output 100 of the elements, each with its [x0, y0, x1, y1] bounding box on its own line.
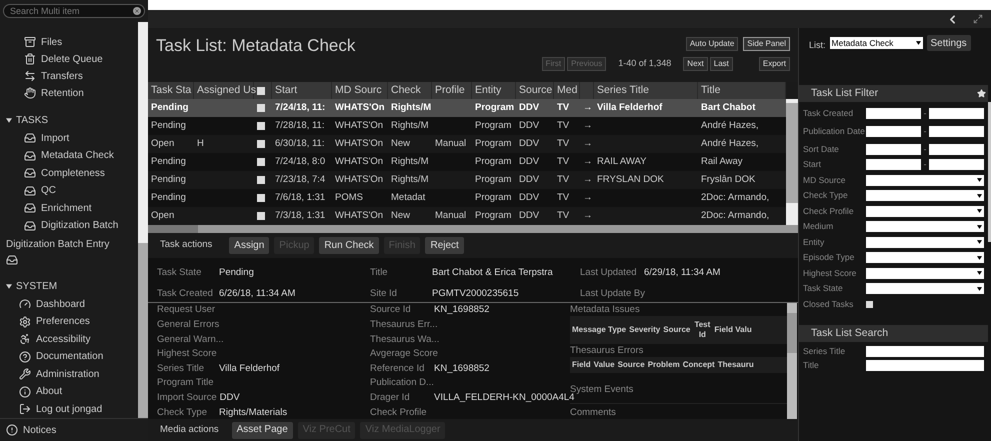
section-header[interactable]: TASKS — [16, 113, 48, 128]
date-field[interactable] — [929, 126, 984, 137]
nav-item[interactable]: Delete Queue — [24, 50, 138, 68]
nav-item[interactable]: Documentation — [19, 348, 138, 366]
column-header[interactable]: Profile — [435, 82, 465, 98]
row-checkbox[interactable] — [257, 122, 265, 130]
table-row[interactable]: Pending 7/6/18, 1:31 POMS Metadat Program DDV TV → 2Doc: Armando, — [148, 189, 786, 207]
toolbar-button[interactable]: Side Panel — [743, 37, 790, 51]
filter-select[interactable] — [866, 174, 984, 186]
caret-icon[interactable] — [6, 118, 12, 123]
date-field[interactable] — [866, 159, 921, 170]
column-header[interactable]: Med — [557, 82, 578, 98]
nav-item[interactable]: About — [19, 383, 138, 400]
filter-select[interactable] — [866, 221, 984, 232]
column-header[interactable]: Assigned Us — [197, 82, 256, 98]
row-checkbox[interactable] — [257, 194, 265, 202]
filter-select[interactable] — [866, 236, 984, 248]
search-field[interactable]: Search Multi item — [3, 4, 145, 18]
toolbar-button[interactable]: Auto Update — [686, 37, 738, 51]
nav-item[interactable]: Import — [24, 130, 138, 147]
nav-item[interactable]: Files — [24, 34, 138, 51]
list-select[interactable]: Metadata Check — [830, 37, 923, 49]
filter-select[interactable] — [866, 268, 984, 279]
date-field[interactable] — [866, 144, 921, 155]
date-field[interactable] — [929, 159, 984, 170]
row-checkbox[interactable] — [257, 158, 265, 166]
column-header[interactable]: Series Title — [597, 82, 649, 98]
column-header[interactable]: MD Sourc — [335, 82, 382, 98]
nav-item[interactable]: Administration — [19, 366, 138, 383]
nav-item[interactable]: Digitization Batch Entry — [6, 234, 138, 268]
action-button[interactable]: Asset Page — [232, 422, 293, 438]
action-button[interactable]: Run Check — [319, 237, 379, 254]
date-field[interactable] — [866, 126, 921, 137]
nav-item[interactable]: Completeness — [24, 164, 138, 182]
nav-item[interactable]: Dashboard — [19, 296, 138, 313]
caret-icon[interactable] — [977, 271, 982, 276]
section-header[interactable]: SYSTEM — [16, 279, 58, 294]
nav-item[interactable]: Enrichment — [24, 200, 138, 217]
filter-select[interactable] — [866, 206, 984, 217]
scrollbar[interactable] — [138, 22, 148, 418]
caret-icon[interactable] — [916, 41, 921, 45]
table-row[interactable]: Pending 7/24/18, 8:0 WHATS'On Rights/M Program DDV TV → RAIL AWAY Rail Away — [148, 153, 786, 171]
row-checkbox[interactable] — [257, 140, 265, 148]
star-icon[interactable] — [977, 89, 986, 98]
toolbar-button[interactable]: Next — [683, 57, 708, 71]
caret-icon[interactable] — [977, 194, 982, 198]
scrollbar[interactable] — [988, 102, 991, 242]
search-field[interactable] — [866, 346, 984, 358]
field-label: Drager Id — [370, 392, 411, 403]
row-checkbox[interactable] — [257, 176, 265, 184]
caret-icon[interactable] — [977, 209, 982, 214]
filter-label: Medium — [803, 222, 834, 232]
nav-item[interactable]: QC — [24, 182, 138, 200]
caret-icon[interactable] — [977, 256, 982, 260]
date-field[interactable] — [929, 144, 984, 155]
table-row[interactable]: Pending 7/28/18, 11: WHATS'On Rights/M Program DDV TV → André Hazes, — [148, 117, 786, 135]
action-button[interactable]: Reject — [425, 237, 464, 254]
caret-icon[interactable] — [977, 240, 982, 244]
nav-item[interactable]: Metadata Check — [24, 147, 138, 164]
date-field[interactable] — [866, 108, 921, 120]
nav-item[interactable]: Transfers — [24, 68, 138, 85]
column-header[interactable]: Title — [701, 82, 720, 98]
caret-icon[interactable] — [977, 224, 982, 229]
nav-item[interactable]: Log out jongad — [19, 400, 138, 418]
notices-link[interactable]: Notices — [23, 422, 56, 438]
filter-select[interactable] — [866, 252, 984, 264]
toolbar-button[interactable]: Last — [710, 57, 733, 71]
caret-icon[interactable] — [977, 178, 982, 182]
column-header[interactable]: Start — [275, 82, 298, 98]
date-field[interactable] — [929, 108, 984, 120]
caret-icon[interactable] — [977, 286, 982, 291]
expand-icon[interactable] — [973, 14, 983, 24]
checkbox[interactable] — [866, 300, 873, 308]
table-row[interactable]: Pending 7/24/18, 11: WHATS'On Rights/M Program DDV TV → Villa Felderhof Bart Chabot — [148, 99, 786, 117]
toolbar-button[interactable]: Export — [758, 57, 790, 71]
nav-item[interactable]: Retention — [24, 84, 138, 102]
table-cell-text: 7/24/18, 8:0 — [275, 154, 326, 169]
row-checkbox[interactable] — [257, 104, 265, 112]
scrollbar[interactable] — [786, 99, 798, 225]
filter-select[interactable] — [866, 190, 984, 202]
table-cell-text: TV — [557, 190, 570, 205]
settings-button[interactable]: Settings — [926, 35, 971, 51]
column-header[interactable]: Task Sta — [151, 82, 192, 98]
scrollbar[interactable] — [787, 303, 797, 419]
nav-item[interactable]: Digitization Batch — [24, 217, 138, 234]
scrollbar[interactable] — [148, 225, 798, 233]
filter-label: Task Created — [803, 109, 854, 118]
caret-icon[interactable] — [6, 284, 12, 289]
column-header[interactable]: Source — [519, 82, 552, 98]
action-button[interactable]: Assign — [229, 237, 270, 254]
panel-header: Task List Filter — [799, 85, 988, 102]
field-label: Last Update By — [580, 288, 646, 299]
search-field[interactable] — [866, 360, 984, 371]
nav-item[interactable]: Accessibility — [19, 330, 138, 348]
filter-select[interactable] — [866, 283, 984, 294]
row-checkbox[interactable] — [257, 212, 265, 220]
column-header[interactable]: Check — [391, 82, 421, 98]
select-all-checkbox[interactable] — [257, 86, 265, 94]
nav-item[interactable]: Preferences — [19, 313, 138, 330]
column-header[interactable]: Entity — [475, 82, 502, 98]
